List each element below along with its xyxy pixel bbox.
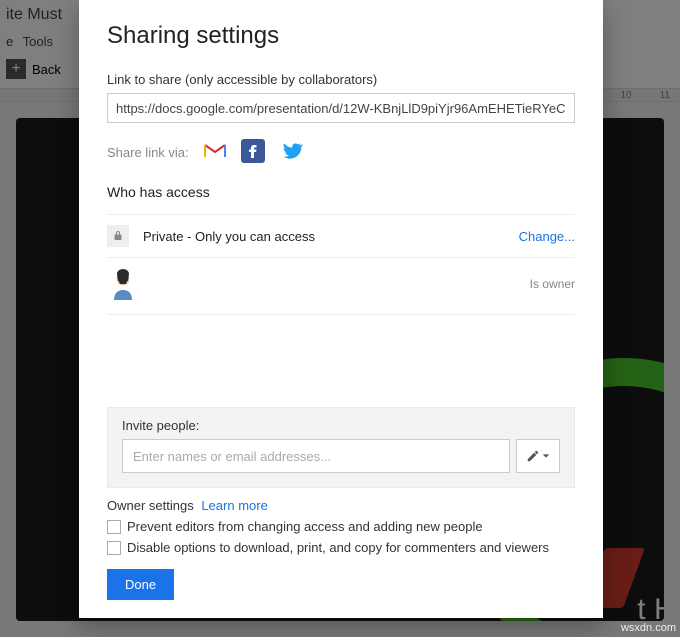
prevent-editors-label: Prevent editors from changing access and…: [127, 519, 483, 534]
access-privacy-row: Private - Only you can access Change...: [107, 214, 575, 257]
link-to-share-label: Link to share (only accessible by collab…: [107, 72, 575, 87]
twitter-icon[interactable]: [279, 139, 303, 166]
invite-people-label: Invite people:: [122, 418, 560, 433]
learn-more-link[interactable]: Learn more: [201, 498, 267, 513]
chevron-down-icon: [542, 452, 550, 460]
permission-dropdown-button[interactable]: [516, 439, 560, 473]
lock-icon: [107, 225, 129, 247]
owner-avatar: [107, 268, 139, 300]
who-has-access-title: Who has access: [107, 184, 575, 200]
facebook-icon[interactable]: [241, 139, 265, 166]
owner-role-label: Is owner: [530, 277, 575, 291]
change-privacy-link[interactable]: Change...: [519, 229, 575, 244]
sharing-settings-dialog: Sharing settings Link to share (only acc…: [79, 0, 603, 618]
done-button[interactable]: Done: [107, 569, 174, 600]
watermark: wsxdn.com: [621, 622, 676, 634]
owner-row: Is owner: [107, 257, 575, 315]
share-via-label: Share link via:: [107, 145, 189, 160]
disable-download-checkbox-row[interactable]: Disable options to download, print, and …: [107, 540, 575, 555]
privacy-status-text: Private - Only you can access: [143, 229, 315, 244]
owner-settings-row: Owner settings Learn more: [107, 498, 575, 513]
disable-download-label: Disable options to download, print, and …: [127, 540, 549, 555]
prevent-editors-checkbox-row[interactable]: Prevent editors from changing access and…: [107, 519, 575, 534]
pencil-icon: [526, 449, 540, 463]
checkbox-icon[interactable]: [107, 520, 121, 534]
share-link-input[interactable]: [107, 93, 575, 123]
invite-people-input[interactable]: [122, 439, 510, 473]
gmail-icon[interactable]: [203, 139, 227, 166]
share-link-via-row: Share link via:: [107, 139, 575, 166]
invite-people-section: Invite people:: [107, 407, 575, 488]
dialog-title: Sharing settings: [107, 22, 575, 50]
checkbox-icon[interactable]: [107, 541, 121, 555]
